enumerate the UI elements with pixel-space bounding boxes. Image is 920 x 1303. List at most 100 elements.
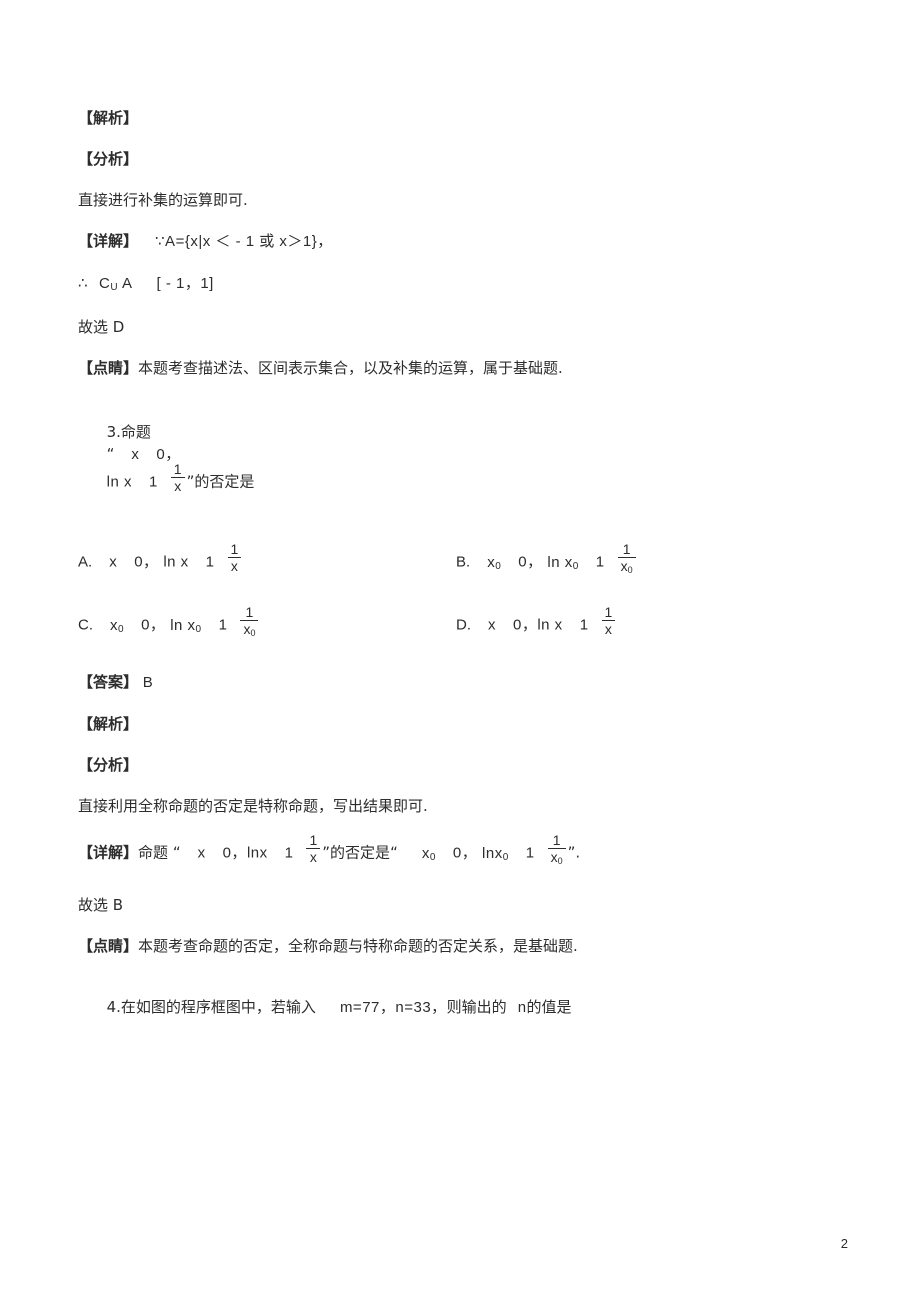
q3-dianjing-tag: 【点睛】 — [78, 937, 139, 956]
fraction-numerator: 1 — [173, 460, 182, 477]
fraction-one-over-x0: 1 x0 — [617, 541, 636, 576]
q3-xiangjie-lead: 命题 — [138, 843, 169, 862]
q3-xj-zero2: 0， — [452, 844, 478, 862]
q4-text-3: 的值是 — [526, 998, 572, 1017]
page-number: 2 — [840, 1236, 848, 1251]
q3-var: x — [131, 446, 140, 463]
fraction-one-over-x: 1x — [601, 604, 616, 637]
q4-var-n: n — [517, 999, 527, 1017]
fraction-one-over-x: 1x — [227, 541, 242, 574]
q2-fenxi-tag: 【分析】 — [78, 150, 139, 168]
q3-xj-var: x — [197, 844, 206, 862]
set-a: A — [121, 275, 133, 292]
fraction-numerator: 1 — [622, 541, 631, 558]
complement-expression: CU A — [99, 275, 133, 293]
q3-xj-one: 1 — [284, 844, 294, 862]
q3-xj-ln: lnx — [246, 844, 268, 862]
therefore-symbol: ∴ — [78, 275, 89, 292]
q4-text-1: 在如图的程序框图中，若输入 — [120, 998, 316, 1017]
q3-xj-one2: 1 — [525, 844, 535, 862]
q2-fenxi-heading: 【分析】 — [78, 149, 848, 169]
q2-xiangjie-line: 【详解】 ∵A={x|x ＜ - 1 或 x＞1}， — [78, 231, 848, 252]
q3-choice-c-zero: 0， — [141, 616, 166, 634]
ln-subscript: 0 — [195, 623, 202, 635]
ln-base: lnx — [482, 844, 503, 862]
q4-number: 4. — [106, 998, 121, 1017]
q2-dianjing-text: 本题考查描述法、区间表示集合，以及补集的运算，属于基础题. — [138, 359, 563, 377]
ln-base: ln x — [170, 616, 196, 634]
q3-xj-mid: 的否定是 — [330, 843, 391, 862]
q2-jiexi-heading: 【解析】 — [78, 108, 848, 128]
page-content: 【解析】 【分析】 直接进行补集的运算即可. 【详解】 ∵A={x|x ＜ - 1… — [78, 108, 848, 1059]
fraction-numerator: 1 — [245, 604, 254, 621]
q3-choice-a-ln: ln x — [163, 553, 189, 571]
fraction-one-over-x0: 1 x0 — [240, 604, 259, 639]
q3-choice-d-one: 1 — [579, 616, 589, 634]
q3-choice-b[interactable]: B. x0 0， ln x0 1 1 x0 — [456, 541, 638, 578]
q3-one: 1 — [148, 473, 158, 491]
q3-stem-lead: 命题 — [120, 423, 151, 441]
fraction-one-over-x: 1x — [170, 460, 185, 494]
fraction-denominator: x — [601, 620, 616, 637]
fraction-denominator: x0 — [547, 848, 566, 866]
quote-open: “ — [172, 843, 181, 862]
q3-choice-c-one: 1 — [218, 616, 228, 634]
q2-fenxi-text: 直接进行补集的运算即可. — [78, 191, 248, 209]
var-subscript: 0 — [495, 560, 502, 572]
q3-stem-tail: 的否定是 — [194, 472, 255, 491]
q4-text-2: 则输出的 — [446, 998, 507, 1017]
q3-xj-zero: 0， — [222, 844, 247, 862]
q3-choice-a[interactable]: A. x 0， ln x11x — [78, 541, 243, 578]
q3-dianjing-text: 本题考查命题的否定，全称命题与特称命题的否定关系，是基础题. — [138, 937, 578, 956]
complement-subscript: U — [110, 282, 119, 293]
q3-xiangjie-line: 【详解】命题 “x 0，lnx 1 1 x ”的否定是“ x0 0， lnx0 1 1 x0”. — [78, 832, 848, 869]
q3-choices-row-cd: C. x0 0， ln x0 1 1 x0 D. x 0，ln x11x — [78, 604, 848, 645]
q3-choice-c[interactable]: C. x0 0， ln x0 1 1 x0 — [78, 604, 260, 641]
q4-values: m=77，n=33， — [339, 999, 447, 1017]
q3-choice-c-var: x0 — [110, 616, 125, 635]
q3-choice-a-zero: 0， — [134, 553, 159, 571]
fraction-numerator: 1 — [309, 832, 318, 849]
den-subscript: 0 — [627, 565, 633, 576]
q3-dianjing-line: 【点睛】本题考查命题的否定，全称命题与特称命题的否定关系，是基础题. — [78, 936, 848, 956]
fraction-one-over-x0: 1 x0 — [547, 832, 566, 866]
den-subscript: 0 — [250, 628, 256, 639]
q3-choice-d-ln: ln x — [537, 616, 563, 634]
q3-answer-tag: 【答案】 — [78, 673, 139, 692]
q2-xiangjie-text: ∵A={x|x ＜ - 1 或 x＞1}， — [155, 233, 333, 250]
q2-guxuan: 故选 D — [78, 318, 125, 336]
q3-answer-line: 【答案】 B — [78, 672, 848, 693]
var-base: x — [110, 616, 118, 634]
fraction-denominator: x0 — [617, 557, 636, 576]
q3-choice-a-var: x — [109, 553, 118, 571]
fraction-numerator: 1 — [604, 604, 613, 621]
q3-xj-var0: x0 — [421, 844, 436, 863]
var-subscript: 0 — [118, 623, 125, 635]
q3-xiangjie-tag: 【详解】 — [78, 843, 139, 862]
fraction-numerator: 1 — [230, 541, 239, 558]
complement-c: C — [99, 275, 111, 292]
q2-conclusion-line: ∴ CU A [ - 1，1] — [78, 273, 848, 296]
q3-choice-d[interactable]: D. x 0，ln x11x — [456, 604, 617, 641]
q3-choice-c-letter: C. — [78, 616, 93, 634]
var-base: x — [421, 844, 430, 862]
q3-choice-b-one: 1 — [595, 553, 605, 571]
q3-stem: 3.命题 “x 0， ln x 1 1 x ”的否定是 — [78, 399, 848, 520]
q3-choices-row-ab: A. x 0， ln x11x B. x0 0， ln x0 1 1 x0 — [78, 541, 848, 582]
q3-choice-b-ln: ln x0 — [547, 554, 578, 572]
q3-fenxi-text: 直接利用全称命题的否定是特称命题，写出结果即可. — [78, 797, 428, 816]
fraction-denominator: x — [170, 476, 185, 494]
den-base: x — [550, 849, 558, 866]
q3-choice-c-ln: ln x0 — [170, 616, 202, 635]
q2-dianjing-tag: 【点睛】 — [78, 359, 139, 377]
fraction-one-over-x: 1x — [306, 832, 321, 865]
q3-fenxi-tag: 【分析】 — [78, 756, 139, 775]
q3-jiexi-tag: 【解析】 — [78, 715, 139, 734]
fraction-denominator: x — [227, 557, 242, 574]
q2-xiangjie-tag: 【详解】 — [78, 232, 139, 250]
var-subscript: 0 — [429, 851, 436, 863]
var-base: x — [487, 553, 496, 571]
quote-open: “ — [106, 445, 115, 463]
document-page: 【解析】 【分析】 直接进行补集的运算即可. 【详解】 ∵A={x|x ＜ - 1… — [0, 0, 920, 1303]
q3-fenxi-heading: 【分析】 — [78, 755, 848, 775]
